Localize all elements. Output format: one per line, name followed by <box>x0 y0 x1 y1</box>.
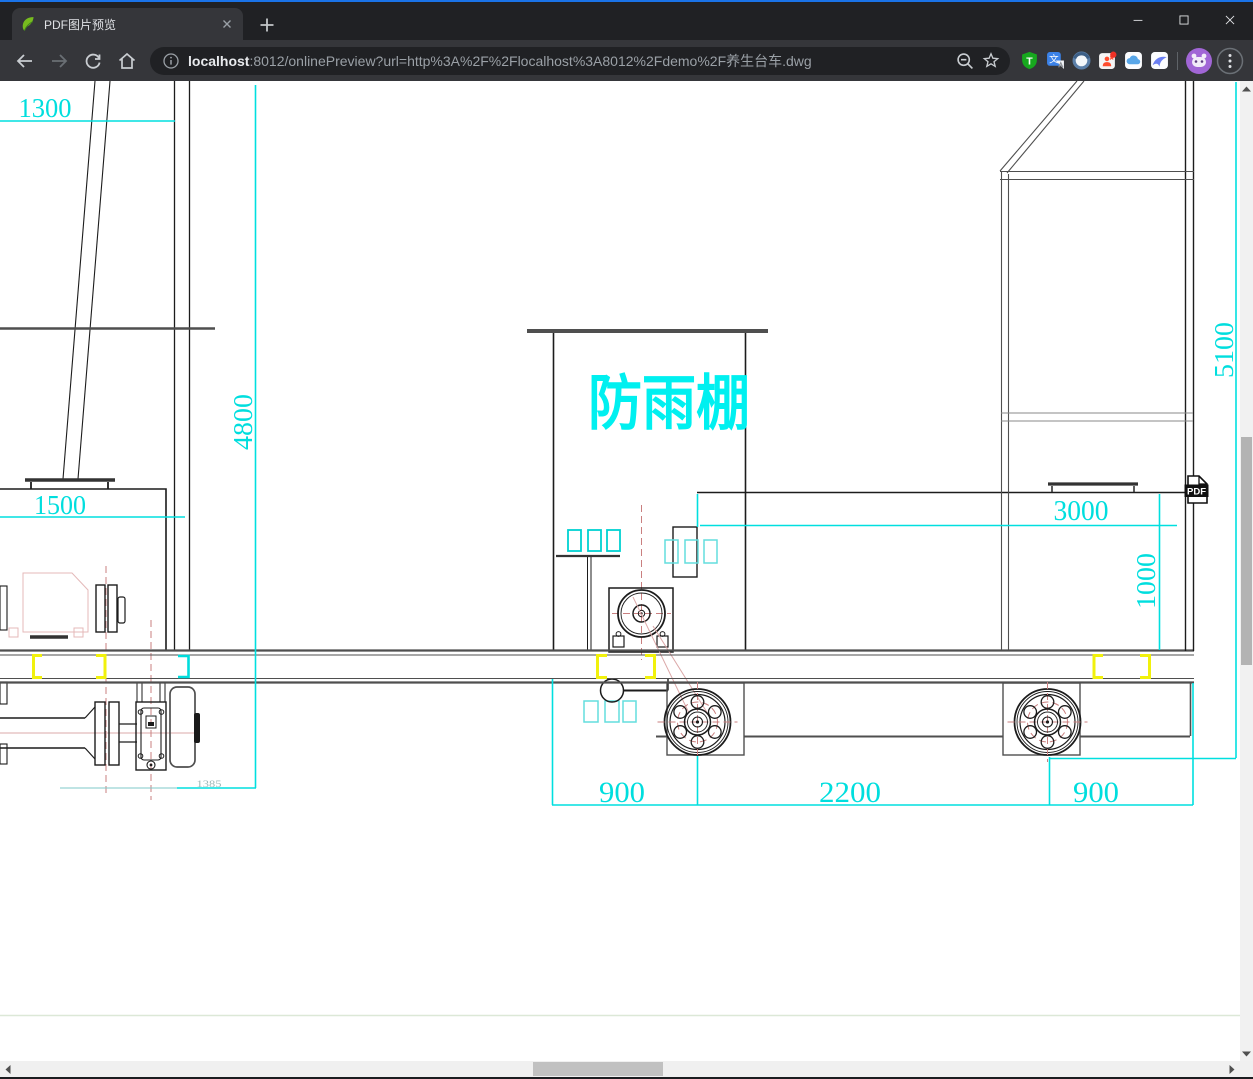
window-titlebar: PDF图片预览 <box>0 0 1253 40</box>
zoom-out-page-icon[interactable] <box>952 48 978 74</box>
reload-button[interactable] <box>78 46 108 76</box>
site-info-icon[interactable] <box>162 52 180 70</box>
dim-label-1500: 1500 <box>34 490 86 520</box>
dim-label-900-left: 900 <box>599 776 645 809</box>
browser-menu-button[interactable] <box>1215 46 1245 76</box>
bookmark-star-icon[interactable] <box>978 48 1004 74</box>
shelter-label: 防雨棚 <box>588 370 750 437</box>
maximize-button[interactable] <box>1161 0 1207 40</box>
svg-text:T: T <box>1026 55 1033 67</box>
tampermonkey-extension-icon[interactable]: T <box>1016 48 1042 74</box>
horizontal-scrollbar[interactable] <box>0 1061 1240 1077</box>
scroll-left-arrow[interactable] <box>0 1061 16 1077</box>
scroll-down-arrow[interactable] <box>1240 1046 1253 1061</box>
cad-drawing-preview: 1300 4800 1500 1385 防雨棚 3000 1000 5100 9… <box>0 81 1240 1017</box>
profile-avatar[interactable] <box>1186 47 1212 74</box>
new-tab-button[interactable] <box>255 13 279 37</box>
scroll-up-arrow[interactable] <box>1240 81 1253 96</box>
svg-text:文: 文 <box>1049 54 1059 66</box>
right-view <box>999 81 1195 651</box>
helper-badge-extension-icon[interactable] <box>1094 48 1120 74</box>
cloud-extension-icon[interactable] <box>1120 48 1146 74</box>
scroll-right-arrow[interactable] <box>1224 1061 1240 1077</box>
svg-text:PDF: PDF <box>1187 487 1206 498</box>
dim-label-5100: 5100 <box>1209 322 1239 378</box>
ground-rails <box>0 649 1194 684</box>
tab-close-button[interactable] <box>219 16 235 32</box>
url-text[interactable]: localhost:8012/onlinePreview?url=http%3A… <box>188 51 952 71</box>
browser-toolbar: localhost:8012/onlinePreview?url=http%3A… <box>0 40 1253 81</box>
page-content: 1300 4800 1500 1385 防雨棚 3000 1000 5100 9… <box>0 81 1240 1061</box>
dim-label-1000: 1000 <box>1131 553 1161 609</box>
window-controls <box>1115 0 1253 40</box>
orbit-circle-extension-icon[interactable] <box>1068 48 1094 74</box>
forward-button[interactable] <box>44 46 74 76</box>
pdf-download-button[interactable]: PDF <box>1184 475 1209 504</box>
minimize-button[interactable] <box>1115 0 1161 40</box>
scrollbar-corner <box>1240 1061 1253 1077</box>
spring-leaf-favicon-icon <box>20 16 36 32</box>
url-host: localhost <box>188 52 250 69</box>
back-button[interactable] <box>10 46 40 76</box>
toolbar-separator <box>1177 51 1178 70</box>
close-window-button[interactable] <box>1207 0 1253 40</box>
home-button[interactable] <box>112 46 142 76</box>
window-accent-line <box>0 0 1253 2</box>
dim-label-900-right: 900 <box>1073 776 1119 809</box>
left-view <box>0 81 215 800</box>
vertical-scrollbar-thumb[interactable] <box>1241 437 1252 665</box>
address-bar[interactable]: localhost:8012/onlinePreview?url=http%3A… <box>150 46 1010 75</box>
url-path: :8012/onlinePreview?url=http%3A%2F%2Floc… <box>249 52 812 69</box>
tab-title: PDF图片预览 <box>44 17 117 32</box>
thunder-bird-extension-icon[interactable] <box>1146 48 1172 74</box>
extensions-row: T 文 <box>1016 48 1172 74</box>
translate-extension-icon[interactable]: 文 <box>1042 48 1068 74</box>
dim-label-3000: 3000 <box>1054 496 1109 527</box>
dim-label-2200: 2200 <box>819 776 881 809</box>
horizontal-scrollbar-thumb[interactable] <box>533 1062 663 1076</box>
browser-window: PDF图片预览 localhost:8012/onlinePreview?url… <box>0 0 1253 1079</box>
browser-tab[interactable]: PDF图片预览 <box>12 8 243 40</box>
chassis-and-wheels <box>656 681 1192 763</box>
dim-label-4800: 4800 <box>228 394 258 450</box>
dim-label-1300: 1300 <box>19 93 72 123</box>
dim-label-1385: 1385 <box>197 780 222 790</box>
vertical-scrollbar[interactable] <box>1240 81 1253 1061</box>
bearing-unit <box>135 620 167 800</box>
